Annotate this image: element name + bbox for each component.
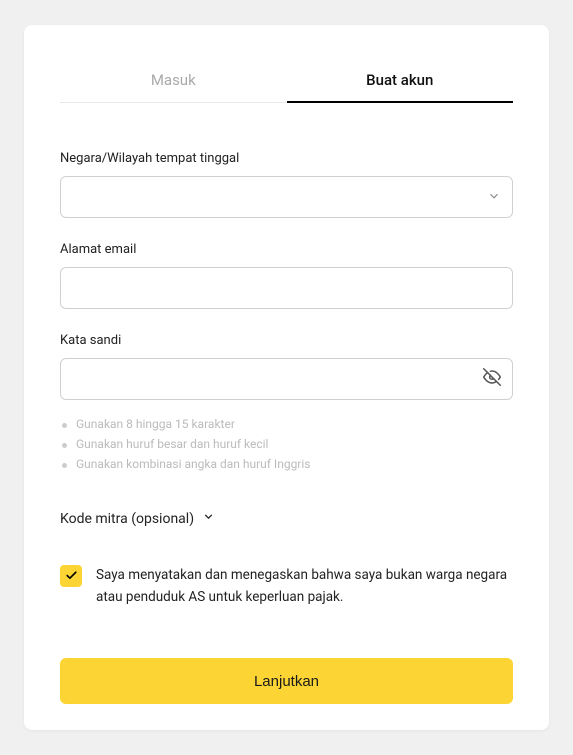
email-label: Alamat email [60, 242, 513, 257]
email-field-group: Alamat email [60, 242, 513, 309]
check-icon [65, 567, 78, 586]
password-field-group: Kata sandi Gunakan 8 hingga 15 karakter … [60, 333, 513, 474]
password-label: Kata sandi [60, 333, 513, 348]
password-hints: Gunakan 8 hingga 15 karakter Gunakan hur… [60, 414, 513, 474]
country-select[interactable] [60, 176, 513, 218]
toggle-password-visibility-icon[interactable] [483, 368, 501, 390]
email-input[interactable] [60, 267, 513, 309]
partner-code-label: Kode mitra (opsional) [60, 511, 194, 527]
auth-tabs: Masuk Buat akun [60, 71, 513, 103]
password-hint: Gunakan huruf besar dan huruf kecil [60, 434, 513, 454]
chevron-down-icon [202, 510, 215, 527]
country-field-group: Negara/Wilayah tempat tinggal [60, 151, 513, 218]
continue-button[interactable]: Lanjutkan [60, 658, 513, 704]
password-hint: Gunakan 8 hingga 15 karakter [60, 414, 513, 434]
signup-card: Masuk Buat akun Negara/Wilayah tempat ti… [24, 25, 549, 730]
password-hint: Gunakan kombinasi angka dan huruf Inggri… [60, 454, 513, 474]
tab-login[interactable]: Masuk [60, 71, 287, 103]
partner-code-toggle[interactable]: Kode mitra (opsional) [60, 510, 513, 527]
consent-row: Saya menyatakan dan menegaskan bahwa say… [60, 565, 513, 608]
consent-checkbox[interactable] [60, 565, 82, 587]
consent-text: Saya menyatakan dan menegaskan bahwa say… [96, 565, 513, 608]
tab-signup[interactable]: Buat akun [287, 71, 514, 103]
password-input[interactable] [60, 358, 513, 400]
country-label: Negara/Wilayah tempat tinggal [60, 151, 513, 166]
